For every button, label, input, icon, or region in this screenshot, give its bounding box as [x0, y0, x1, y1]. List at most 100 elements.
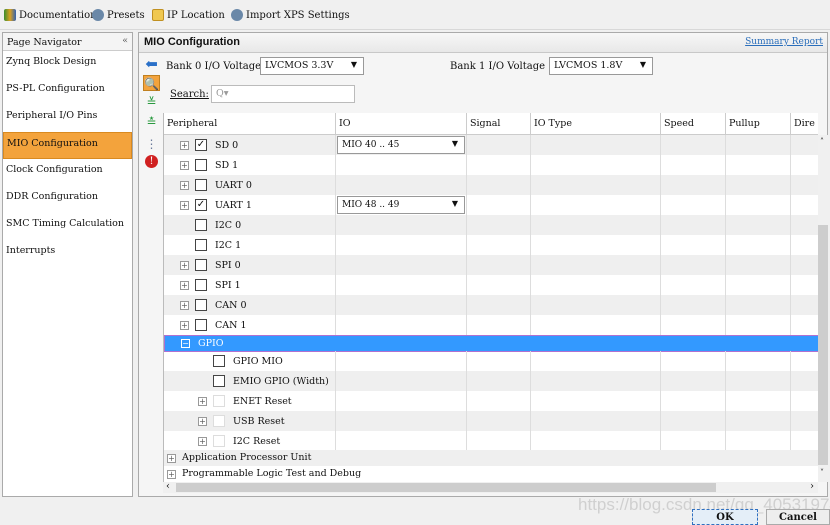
- column-header-peripheral[interactable]: Peripheral: [164, 113, 336, 135]
- expand-toggle-icon[interactable]: +: [198, 397, 207, 406]
- io-select[interactable]: MIO 40 .. 45 ▼: [337, 136, 465, 154]
- expand-all-icon[interactable]: ≛: [143, 114, 160, 130]
- expand-toggle-icon[interactable]: +: [180, 161, 189, 170]
- column-header-dire[interactable]: Dire: [791, 113, 818, 135]
- column-header-pullup[interactable]: Pullup: [726, 113, 791, 135]
- table-cell: [466, 391, 467, 411]
- expand-toggle-icon[interactable]: −: [181, 339, 190, 348]
- expand-toggle-icon[interactable]: +: [167, 470, 176, 479]
- expand-toggle-icon[interactable]: +: [180, 261, 189, 270]
- search-placeholder: Q▾: [216, 88, 229, 99]
- io-select[interactable]: MIO 48 .. 49 ▼: [337, 196, 465, 214]
- back-arrow-icon[interactable]: ⬅: [143, 56, 160, 72]
- table-cell: [530, 431, 531, 451]
- scroll-left-icon[interactable]: ‹: [166, 481, 170, 492]
- toolbar: Documentation Presets IP Location Import…: [0, 0, 830, 30]
- horizontal-scroll-thumb[interactable]: [176, 483, 716, 492]
- expand-toggle-icon[interactable]: +: [180, 141, 189, 150]
- search-input[interactable]: Q▾: [211, 85, 355, 103]
- expand-toggle-icon[interactable]: +: [180, 301, 189, 310]
- table-row[interactable]: + SPI 1: [164, 275, 818, 295]
- checkbox[interactable]: [195, 299, 207, 311]
- tree-icon[interactable]: ⋮: [143, 136, 160, 152]
- table-cell: [530, 135, 531, 155]
- expand-toggle-icon[interactable]: +: [167, 454, 176, 463]
- bank1-voltage-select[interactable]: LVCMOS 1.8V ▼: [549, 57, 653, 75]
- expand-toggle-icon[interactable]: +: [180, 321, 189, 330]
- error-icon[interactable]: !: [145, 155, 158, 168]
- expand-toggle-icon[interactable]: +: [180, 181, 189, 190]
- table-row[interactable]: I2C 1: [164, 235, 818, 255]
- table-row[interactable]: + Programmable Logic Test and Debug: [164, 466, 818, 482]
- collapse-icon[interactable]: «: [122, 35, 128, 46]
- checkbox[interactable]: ✓: [195, 139, 207, 151]
- table-row[interactable]: + Application Processor Unit: [164, 450, 818, 466]
- checkbox[interactable]: [195, 219, 207, 231]
- search-icon[interactable]: 🔍: [143, 75, 160, 91]
- checkbox[interactable]: [213, 375, 225, 387]
- documentation-button[interactable]: Documentation: [4, 9, 97, 21]
- bank0-voltage-select[interactable]: LVCMOS 3.3V ▼: [260, 57, 364, 75]
- checkbox[interactable]: [195, 279, 207, 291]
- nav-item-ddr-configuration[interactable]: DDR Configuration: [3, 186, 132, 213]
- nav-item-zynq-block-design[interactable]: Zynq Block Design: [3, 51, 132, 78]
- summary-report-link[interactable]: Summary Report: [745, 37, 823, 47]
- table-row[interactable]: + I2C Reset: [164, 431, 818, 451]
- table-cell: [466, 275, 467, 295]
- table-row[interactable]: + CAN 1: [164, 315, 818, 335]
- nav-item-interrupts[interactable]: Interrupts: [3, 240, 132, 267]
- nav-item-clock-configuration[interactable]: Clock Configuration: [3, 159, 132, 186]
- ip-location-button[interactable]: IP Location: [152, 9, 225, 21]
- expand-toggle-icon[interactable]: +: [180, 201, 189, 210]
- checkbox[interactable]: [195, 179, 207, 191]
- table-row[interactable]: + CAN 0: [164, 295, 818, 315]
- nav-item-mio-configuration[interactable]: MIO Configuration: [3, 132, 132, 159]
- vertical-scroll-thumb[interactable]: [818, 225, 828, 465]
- column-header-io-type[interactable]: IO Type: [531, 113, 661, 135]
- peripheral-label: GPIO: [198, 338, 224, 349]
- scroll-up-icon[interactable]: ˄: [820, 137, 824, 146]
- table-row[interactable]: + UART 0: [164, 175, 818, 195]
- checkbox[interactable]: [213, 435, 225, 447]
- nav-item-peripheral-i-o-pins[interactable]: Peripheral I/O Pins: [3, 105, 132, 132]
- checkbox[interactable]: [195, 319, 207, 331]
- table-cell: [530, 351, 531, 371]
- scroll-down-icon[interactable]: ˅: [820, 468, 824, 477]
- column-header-speed[interactable]: Speed: [661, 113, 726, 135]
- checkbox[interactable]: [213, 395, 225, 407]
- checkbox[interactable]: [195, 259, 207, 271]
- table-row[interactable]: GPIO MIO: [164, 351, 818, 371]
- table-cell: [660, 371, 661, 391]
- collapse-all-icon[interactable]: ≚: [143, 94, 160, 110]
- expand-toggle-icon[interactable]: +: [180, 281, 189, 290]
- column-header-signal[interactable]: Signal: [467, 113, 531, 135]
- table-row[interactable]: + ✓ UART 1 MIO 48 .. 49 ▼: [164, 195, 818, 215]
- table-row[interactable]: + ENET Reset: [164, 391, 818, 411]
- presets-button[interactable]: Presets: [92, 9, 145, 21]
- expand-toggle-icon[interactable]: +: [198, 437, 207, 446]
- table-row[interactable]: + ✓ SD 0 MIO 40 .. 45 ▼: [164, 135, 818, 155]
- checkbox[interactable]: [195, 239, 207, 251]
- scroll-right-icon[interactable]: ›: [810, 481, 814, 492]
- import-xps-button[interactable]: Import XPS Settings: [231, 9, 350, 21]
- table-row[interactable]: I2C 0: [164, 215, 818, 235]
- table-row[interactable]: − GPIO: [164, 335, 818, 352]
- checkbox[interactable]: [213, 415, 225, 427]
- expand-toggle-icon[interactable]: +: [198, 417, 207, 426]
- checkbox[interactable]: [195, 159, 207, 171]
- table-row[interactable]: + SPI 0: [164, 255, 818, 275]
- table-cell: [335, 135, 336, 155]
- table-row[interactable]: EMIO GPIO (Width): [164, 371, 818, 391]
- nav-item-smc-timing-calculation[interactable]: SMC Timing Calculation: [3, 213, 132, 240]
- checkbox[interactable]: [213, 355, 225, 367]
- table-cell: [790, 275, 791, 295]
- table-cell: [530, 215, 531, 235]
- column-header-io[interactable]: IO: [336, 113, 467, 135]
- table-row[interactable]: + SD 1: [164, 155, 818, 175]
- table-cell: [660, 275, 661, 295]
- table-cell: [530, 371, 531, 391]
- nav-item-ps-pl-configuration[interactable]: PS-PL Configuration: [3, 78, 132, 105]
- checkbox[interactable]: ✓: [195, 199, 207, 211]
- table-cell: [790, 255, 791, 275]
- table-row[interactable]: + USB Reset: [164, 411, 818, 431]
